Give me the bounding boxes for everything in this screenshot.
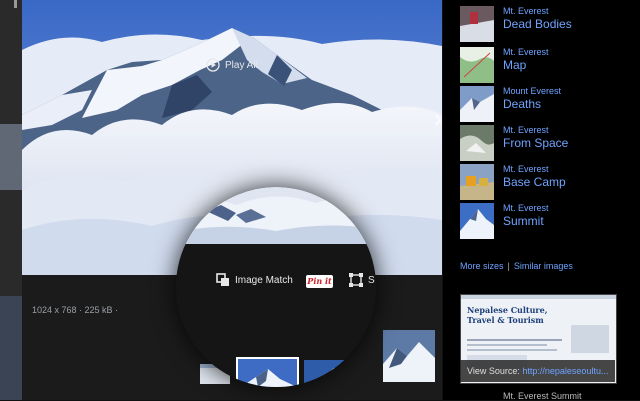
source-page-title: Nepalese Culture, Travel & Tourism [467,305,548,325]
play-icon [206,58,220,72]
related-item[interactable]: Mt. Everest Base Camp [460,164,635,200]
more-sizes-link[interactable]: More sizes [460,261,504,271]
related-item-bottom: Map [503,58,527,72]
related-searches-panel: Mt. Everest Dead Bodies Mt. Everest Map … [443,0,640,401]
related-item[interactable]: Mt. Everest Map [460,47,635,83]
image-match-label: Image Match [235,274,293,286]
related-item-bottom: Dead Bodies [503,17,572,31]
image-match-icon [216,273,229,286]
related-item-bottom: From Space [503,136,569,150]
magnifier-lens: Image Match Pin it S [176,187,376,387]
related-item-top: Mt. Everest [503,6,549,16]
previous-thumb-edge [0,296,22,400]
previous-image-edge [0,124,22,190]
related-item[interactable]: Mount Everest Deaths [460,86,635,122]
crop-button[interactable]: S [349,273,375,287]
related-thumb [460,6,494,42]
lens-image-area [176,187,376,244]
related-item-top: Mt. Everest [503,47,549,57]
strip-marker [14,0,17,8]
filmstrip-thumb-selected[interactable] [236,357,299,387]
related-item-top: Mount Everest [503,86,562,96]
image-match-button[interactable]: Image Match [216,273,293,287]
related-item[interactable]: Mt. Everest Summit [460,203,635,239]
view-source-label: View Source: [467,366,520,376]
image-dimensions: 1024 x 768 · 225 kB · [32,305,119,315]
related-item-top: Mt. Everest [503,125,549,135]
play-all-button[interactable]: Play All [206,58,258,72]
related-item-top: Mt. Everest [503,203,549,213]
previous-result-strip[interactable] [0,0,22,400]
similar-images-link[interactable]: Similar images [514,261,573,271]
related-thumb [460,203,494,239]
related-thumb [460,47,494,83]
related-thumb [460,86,494,122]
play-all-label: Play All [225,59,258,71]
filmstrip-thumb-edge [370,360,376,387]
more-links: More sizes | Similar images [460,261,573,271]
filmstrip-thumb[interactable] [383,330,435,382]
related-item[interactable]: Mt. Everest From Space [460,125,635,161]
related-item-bottom: Base Camp [503,175,566,189]
chevron-right-icon[interactable]: › [426,103,442,133]
related-item-bottom: Deaths [503,97,542,111]
related-item[interactable]: Mt. Everest Dead Bodies [460,6,635,42]
crop-icon [349,273,363,287]
pinit-button[interactable]: Pin it [306,275,333,288]
crop-label: S [368,274,375,286]
filmstrip-thumb[interactable] [304,360,366,387]
related-thumb [460,164,494,200]
related-item-top: Mt. Everest [503,164,549,174]
view-source-link[interactable]: View Source: http://nepaleseoultu... [460,360,615,382]
related-item-bottom: Summit [503,214,544,228]
source-url: http://nepaleseoultu... [522,366,609,376]
related-thumb [460,125,494,161]
lens-toolbar: Image Match Pin it S [176,244,376,387]
link-separator: | [507,261,510,271]
